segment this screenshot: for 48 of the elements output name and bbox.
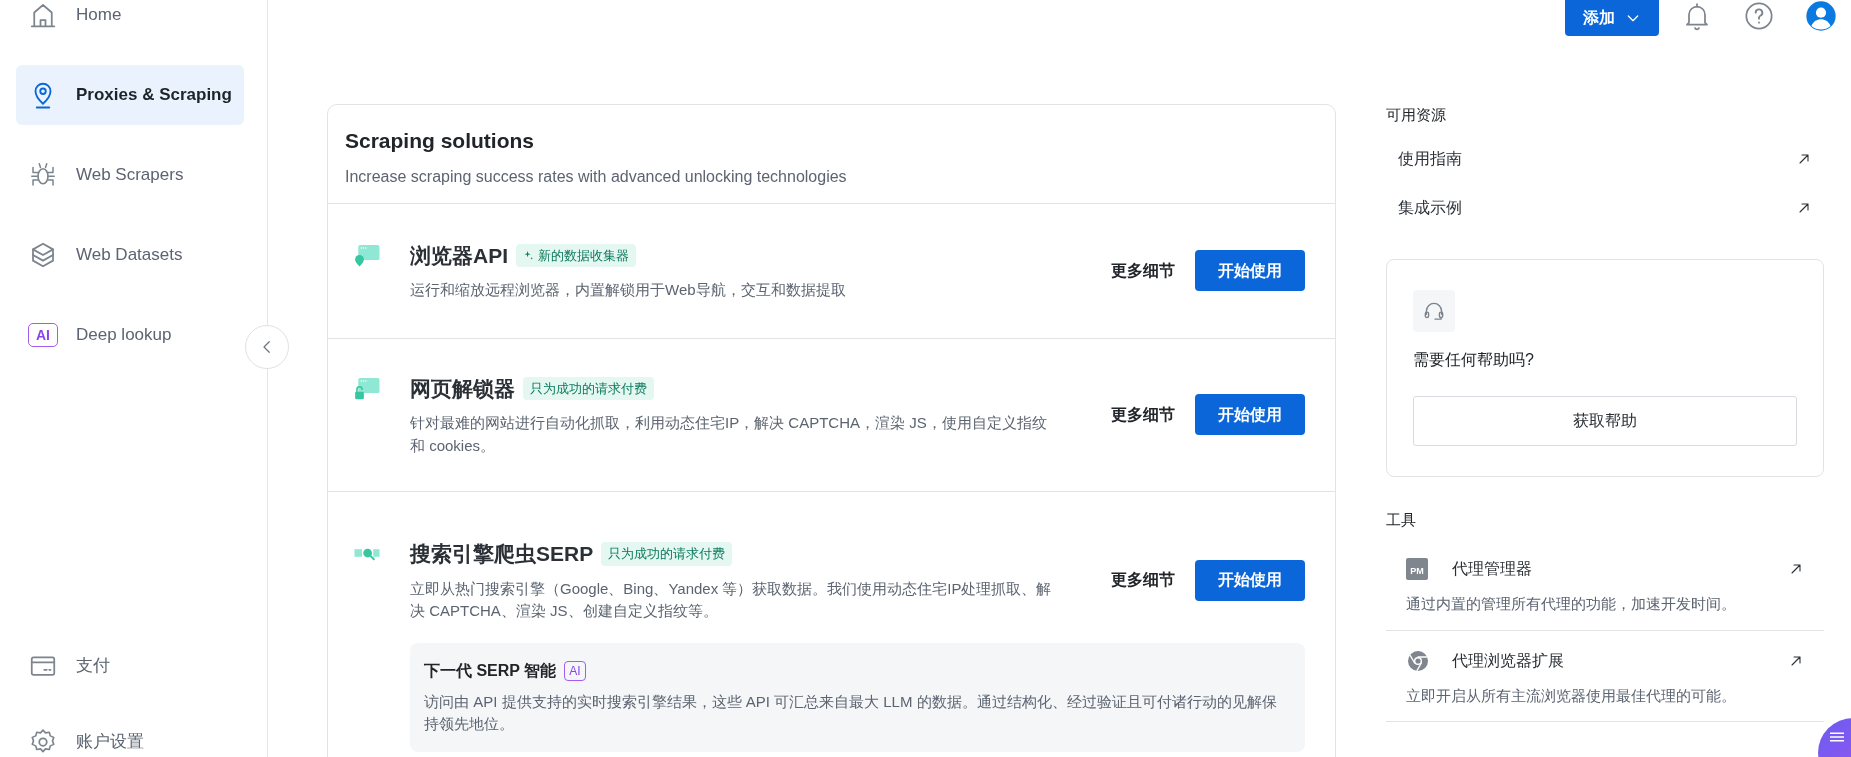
product-title: 网页解锁器 bbox=[410, 375, 515, 402]
chrome-icon bbox=[1406, 648, 1430, 673]
get-started-button[interactable]: 开始使用 bbox=[1195, 559, 1305, 601]
sidebar-item[interactable]: 支付 bbox=[16, 636, 244, 696]
sidebar-item[interactable]: AI Deep lookup bbox=[16, 305, 244, 365]
add-button[interactable]: 添加 bbox=[1565, 0, 1659, 36]
sidebar-item[interactable]: Web Datasets bbox=[16, 225, 244, 285]
product-tag: 只为成功的请求付费 bbox=[601, 542, 733, 566]
tool-link[interactable]: 代理管理器 bbox=[1452, 557, 1788, 581]
sidebar-item[interactable]: Web Scrapers bbox=[16, 145, 244, 205]
section-heading: 可用资源 bbox=[1386, 105, 1447, 125]
resource-link[interactable]: 使用指南 bbox=[1386, 134, 1824, 184]
ai-badge: AI bbox=[28, 323, 58, 347]
get-started-button[interactable]: 开始使用 bbox=[1195, 394, 1305, 436]
product-description: 立即从热门搜索引擎（Google、Bing、Yandex 等）获取数据。我们使用动态住宅IP处理抓取、解决 CAPTCHA、渲染 JS、创建自定义指纹等。 bbox=[410, 578, 1053, 621]
sidebar-item[interactable]: Proxies & Scraping bbox=[16, 65, 244, 125]
details-button[interactable]: 更多细节 bbox=[1111, 402, 1175, 427]
sidebar-item[interactable]: 账户设置 bbox=[16, 712, 244, 757]
help-icon bbox=[1743, 0, 1775, 32]
tool-link[interactable]: 代理浏览器扩展 bbox=[1452, 648, 1788, 673]
get-help-button[interactable]: 获取帮助 bbox=[1413, 395, 1797, 446]
section-heading: 工具 bbox=[1386, 509, 1417, 530]
promo-title: 下一代 SERP 智能 bbox=[424, 660, 557, 681]
product-tag: 只为成功的请求付费 bbox=[523, 376, 654, 400]
product-title: 浏览器API bbox=[410, 242, 508, 269]
help-question: 需要任何帮助吗? bbox=[1413, 349, 1535, 370]
product-description: 运行和缩放远程浏览器，内置解锁用于Web导航，交互和数据提取 bbox=[410, 280, 847, 300]
chat-icon bbox=[1830, 732, 1844, 742]
promo-description: 访问由 API 提供支持的实时搜索引擎结果，这些 API 可汇总来自最大 LLM 的数据。通过结构化、经过验证且可付诸行动的见解保持领先地位。 bbox=[424, 691, 1278, 734]
resource-link[interactable]: 集成示例 bbox=[1386, 183, 1824, 233]
sidebar-item[interactable]: Home bbox=[16, 0, 244, 45]
details-button[interactable]: 更多细节 bbox=[1111, 568, 1175, 593]
product-description: 针对最难的网站进行自动化抓取，利用动态住宅IP，解决 CAPTCHA，渲染 JS，使用自定义指纹和 cookies。 bbox=[410, 413, 1048, 456]
product-title: 搜索引擎爬虫SERP bbox=[410, 541, 594, 567]
card-title: Scraping solutions bbox=[345, 128, 536, 154]
sparkle-icon bbox=[523, 249, 534, 261]
tool-description: 通过内置的管理所有代理的功能，加速开发时间。 bbox=[1406, 594, 1737, 614]
get-started-button[interactable]: 开始使用 bbox=[1195, 250, 1305, 291]
help-button[interactable] bbox=[1743, 0, 1775, 32]
ai-badge: AI bbox=[564, 660, 586, 681]
tool-description: 立即开启从所有主流浏览器使用最佳代理的可能。 bbox=[1406, 685, 1737, 706]
pm-icon: PM bbox=[1406, 558, 1428, 580]
avatar-button[interactable] bbox=[1805, 0, 1837, 32]
card-subtitle: Increase scraping success rates with advanced unlocking technologies bbox=[345, 166, 848, 187]
product-tag: 新的数据收集器 bbox=[516, 243, 636, 267]
details-button[interactable]: 更多细节 bbox=[1111, 258, 1175, 283]
user-avatar-icon bbox=[1805, 0, 1837, 32]
headset-icon bbox=[1413, 289, 1455, 332]
